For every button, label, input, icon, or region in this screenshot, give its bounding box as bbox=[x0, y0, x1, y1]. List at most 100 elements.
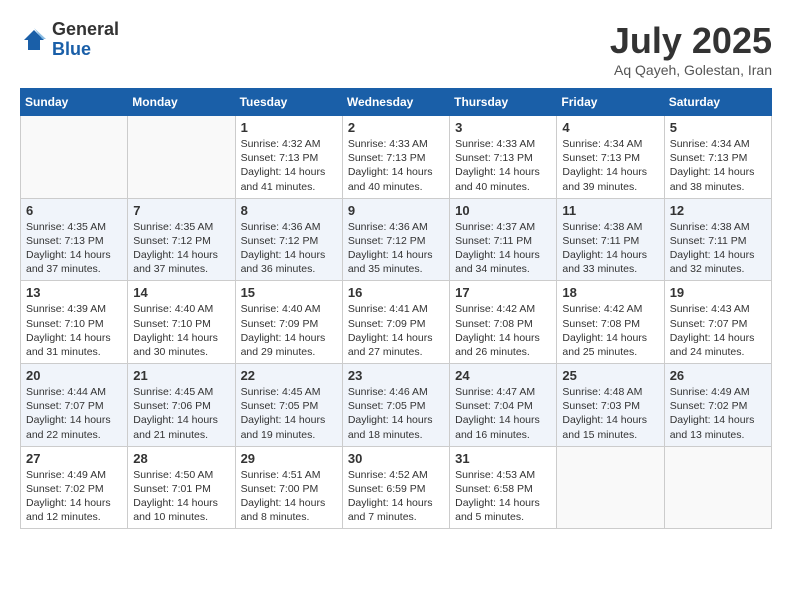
cell-info: Sunset: 7:07 PM bbox=[26, 399, 122, 413]
day-number: 11 bbox=[562, 203, 658, 218]
cell-info: Daylight: 14 hours and 33 minutes. bbox=[562, 248, 658, 276]
calendar-cell: 16Sunrise: 4:41 AMSunset: 7:09 PMDayligh… bbox=[342, 281, 449, 364]
calendar-cell: 5 Sunrise: 4:34 AMSunset: 7:13 PMDaylight… bbox=[664, 116, 771, 199]
cell-info: Sunset: 7:04 PM bbox=[455, 399, 551, 413]
cell-info: Sunset: 7:13 PM bbox=[562, 151, 658, 165]
day-number: 9 bbox=[348, 203, 444, 218]
calendar-cell: 14Sunrise: 4:40 AMSunset: 7:10 PMDayligh… bbox=[128, 281, 235, 364]
calendar-header-row: SundayMondayTuesdayWednesdayThursdayFrid… bbox=[21, 89, 772, 116]
calendar-cell: 3Sunrise: 4:33 AMSunset: 7:13 PMDaylight… bbox=[450, 116, 557, 199]
cell-info: Daylight: 14 hours and 12 minutes. bbox=[26, 496, 122, 524]
day-number: 15 bbox=[241, 285, 337, 300]
cell-info: Daylight: 14 hours and 40 minutes. bbox=[348, 165, 444, 193]
cell-info: Daylight: 14 hours and 8 minutes. bbox=[241, 496, 337, 524]
cell-info: Sunset: 6:58 PM bbox=[455, 482, 551, 496]
cell-info: Sunrise: 4:46 AM bbox=[348, 385, 444, 399]
day-number: 5 bbox=[670, 120, 766, 135]
calendar-cell: 2Sunrise: 4:33 AMSunset: 7:13 PMDaylight… bbox=[342, 116, 449, 199]
cell-info: Sunrise: 4:53 AM bbox=[455, 468, 551, 482]
cell-info: Sunset: 7:05 PM bbox=[241, 399, 337, 413]
cell-info: Daylight: 14 hours and 25 minutes. bbox=[562, 331, 658, 359]
cell-info: Sunrise: 4:32 AM bbox=[241, 137, 337, 151]
cell-info: Sunrise: 4:42 AM bbox=[455, 302, 551, 316]
cell-info: Sunrise: 4:42 AM bbox=[562, 302, 658, 316]
cell-info: Sunset: 7:10 PM bbox=[26, 317, 122, 331]
calendar-cell: 18Sunrise: 4:42 AMSunset: 7:08 PMDayligh… bbox=[557, 281, 664, 364]
day-number: 13 bbox=[26, 285, 122, 300]
cell-info: Sunrise: 4:51 AM bbox=[241, 468, 337, 482]
cell-info: Sunrise: 4:37 AM bbox=[455, 220, 551, 234]
calendar-cell: 1Sunrise: 4:32 AMSunset: 7:13 PMDaylight… bbox=[235, 116, 342, 199]
cell-info: Daylight: 14 hours and 37 minutes. bbox=[26, 248, 122, 276]
day-number: 8 bbox=[241, 203, 337, 218]
calendar-cell: 4Sunrise: 4:34 AMSunset: 7:13 PMDaylight… bbox=[557, 116, 664, 199]
day-header-friday: Friday bbox=[557, 89, 664, 116]
cell-info: Sunrise: 4:34 AM bbox=[670, 137, 766, 151]
cell-info: Sunrise: 4:33 AM bbox=[348, 137, 444, 151]
cell-info: Sunset: 7:00 PM bbox=[241, 482, 337, 496]
cell-info: Daylight: 14 hours and 38 minutes. bbox=[670, 165, 766, 193]
calendar-cell: 21Sunrise: 4:45 AMSunset: 7:06 PMDayligh… bbox=[128, 364, 235, 447]
cell-info: Sunrise: 4:38 AM bbox=[562, 220, 658, 234]
day-number: 1 bbox=[241, 120, 337, 135]
day-number: 4 bbox=[562, 120, 658, 135]
cell-info: Daylight: 14 hours and 34 minutes. bbox=[455, 248, 551, 276]
calendar-cell: 30Sunrise: 4:52 AMSunset: 6:59 PMDayligh… bbox=[342, 446, 449, 529]
calendar-cell: 11Sunrise: 4:38 AMSunset: 7:11 PMDayligh… bbox=[557, 198, 664, 281]
day-header-tuesday: Tuesday bbox=[235, 89, 342, 116]
calendar-week-row: 27Sunrise: 4:49 AMSunset: 7:02 PMDayligh… bbox=[21, 446, 772, 529]
day-number: 21 bbox=[133, 368, 229, 383]
calendar-cell: 19Sunrise: 4:43 AMSunset: 7:07 PMDayligh… bbox=[664, 281, 771, 364]
day-number: 3 bbox=[455, 120, 551, 135]
cell-info: Sunset: 7:05 PM bbox=[348, 399, 444, 413]
day-number: 19 bbox=[670, 285, 766, 300]
calendar-cell: 7Sunrise: 4:35 AMSunset: 7:12 PMDaylight… bbox=[128, 198, 235, 281]
cell-info: Daylight: 14 hours and 21 minutes. bbox=[133, 413, 229, 441]
cell-info: Sunset: 7:13 PM bbox=[455, 151, 551, 165]
logo-blue-text: Blue bbox=[52, 40, 119, 60]
calendar-cell: 24Sunrise: 4:47 AMSunset: 7:04 PMDayligh… bbox=[450, 364, 557, 447]
cell-info: Sunset: 6:59 PM bbox=[348, 482, 444, 496]
cell-info: Daylight: 14 hours and 15 minutes. bbox=[562, 413, 658, 441]
calendar-table: SundayMondayTuesdayWednesdayThursdayFrid… bbox=[20, 88, 772, 529]
cell-info: Daylight: 14 hours and 26 minutes. bbox=[455, 331, 551, 359]
cell-info: Daylight: 14 hours and 7 minutes. bbox=[348, 496, 444, 524]
cell-info: Sunrise: 4:35 AM bbox=[26, 220, 122, 234]
cell-info: Sunset: 7:12 PM bbox=[348, 234, 444, 248]
day-number: 31 bbox=[455, 451, 551, 466]
day-number: 24 bbox=[455, 368, 551, 383]
cell-info: Daylight: 14 hours and 10 minutes. bbox=[133, 496, 229, 524]
day-number: 20 bbox=[26, 368, 122, 383]
calendar-cell: 17Sunrise: 4:42 AMSunset: 7:08 PMDayligh… bbox=[450, 281, 557, 364]
cell-info: Daylight: 14 hours and 35 minutes. bbox=[348, 248, 444, 276]
calendar-cell bbox=[21, 116, 128, 199]
cell-info: Sunrise: 4:38 AM bbox=[670, 220, 766, 234]
cell-info: Sunset: 7:13 PM bbox=[26, 234, 122, 248]
calendar-cell: 26Sunrise: 4:49 AMSunset: 7:02 PMDayligh… bbox=[664, 364, 771, 447]
cell-info: Sunset: 7:09 PM bbox=[348, 317, 444, 331]
cell-info: Sunset: 7:01 PM bbox=[133, 482, 229, 496]
cell-info: Sunset: 7:13 PM bbox=[241, 151, 337, 165]
page-header: General Blue July 2025 Aq Qayeh, Golesta… bbox=[20, 20, 772, 78]
calendar-cell: 25Sunrise: 4:48 AMSunset: 7:03 PMDayligh… bbox=[557, 364, 664, 447]
day-header-wednesday: Wednesday bbox=[342, 89, 449, 116]
day-number: 16 bbox=[348, 285, 444, 300]
cell-info: Sunrise: 4:49 AM bbox=[26, 468, 122, 482]
calendar-cell: 6Sunrise: 4:35 AMSunset: 7:13 PMDaylight… bbox=[21, 198, 128, 281]
cell-info: Sunset: 7:07 PM bbox=[670, 317, 766, 331]
cell-info: Sunrise: 4:34 AM bbox=[562, 137, 658, 151]
cell-info: Sunrise: 4:50 AM bbox=[133, 468, 229, 482]
cell-info: Sunrise: 4:49 AM bbox=[670, 385, 766, 399]
day-header-saturday: Saturday bbox=[664, 89, 771, 116]
day-number: 23 bbox=[348, 368, 444, 383]
cell-info: Sunset: 7:06 PM bbox=[133, 399, 229, 413]
day-number: 30 bbox=[348, 451, 444, 466]
cell-info: Sunset: 7:03 PM bbox=[562, 399, 658, 413]
cell-info: Sunrise: 4:40 AM bbox=[241, 302, 337, 316]
cell-info: Sunrise: 4:36 AM bbox=[348, 220, 444, 234]
calendar-cell: 22Sunrise: 4:45 AMSunset: 7:05 PMDayligh… bbox=[235, 364, 342, 447]
day-number: 25 bbox=[562, 368, 658, 383]
cell-info: Sunset: 7:02 PM bbox=[670, 399, 766, 413]
cell-info: Sunrise: 4:36 AM bbox=[241, 220, 337, 234]
cell-info: Sunset: 7:13 PM bbox=[670, 151, 766, 165]
